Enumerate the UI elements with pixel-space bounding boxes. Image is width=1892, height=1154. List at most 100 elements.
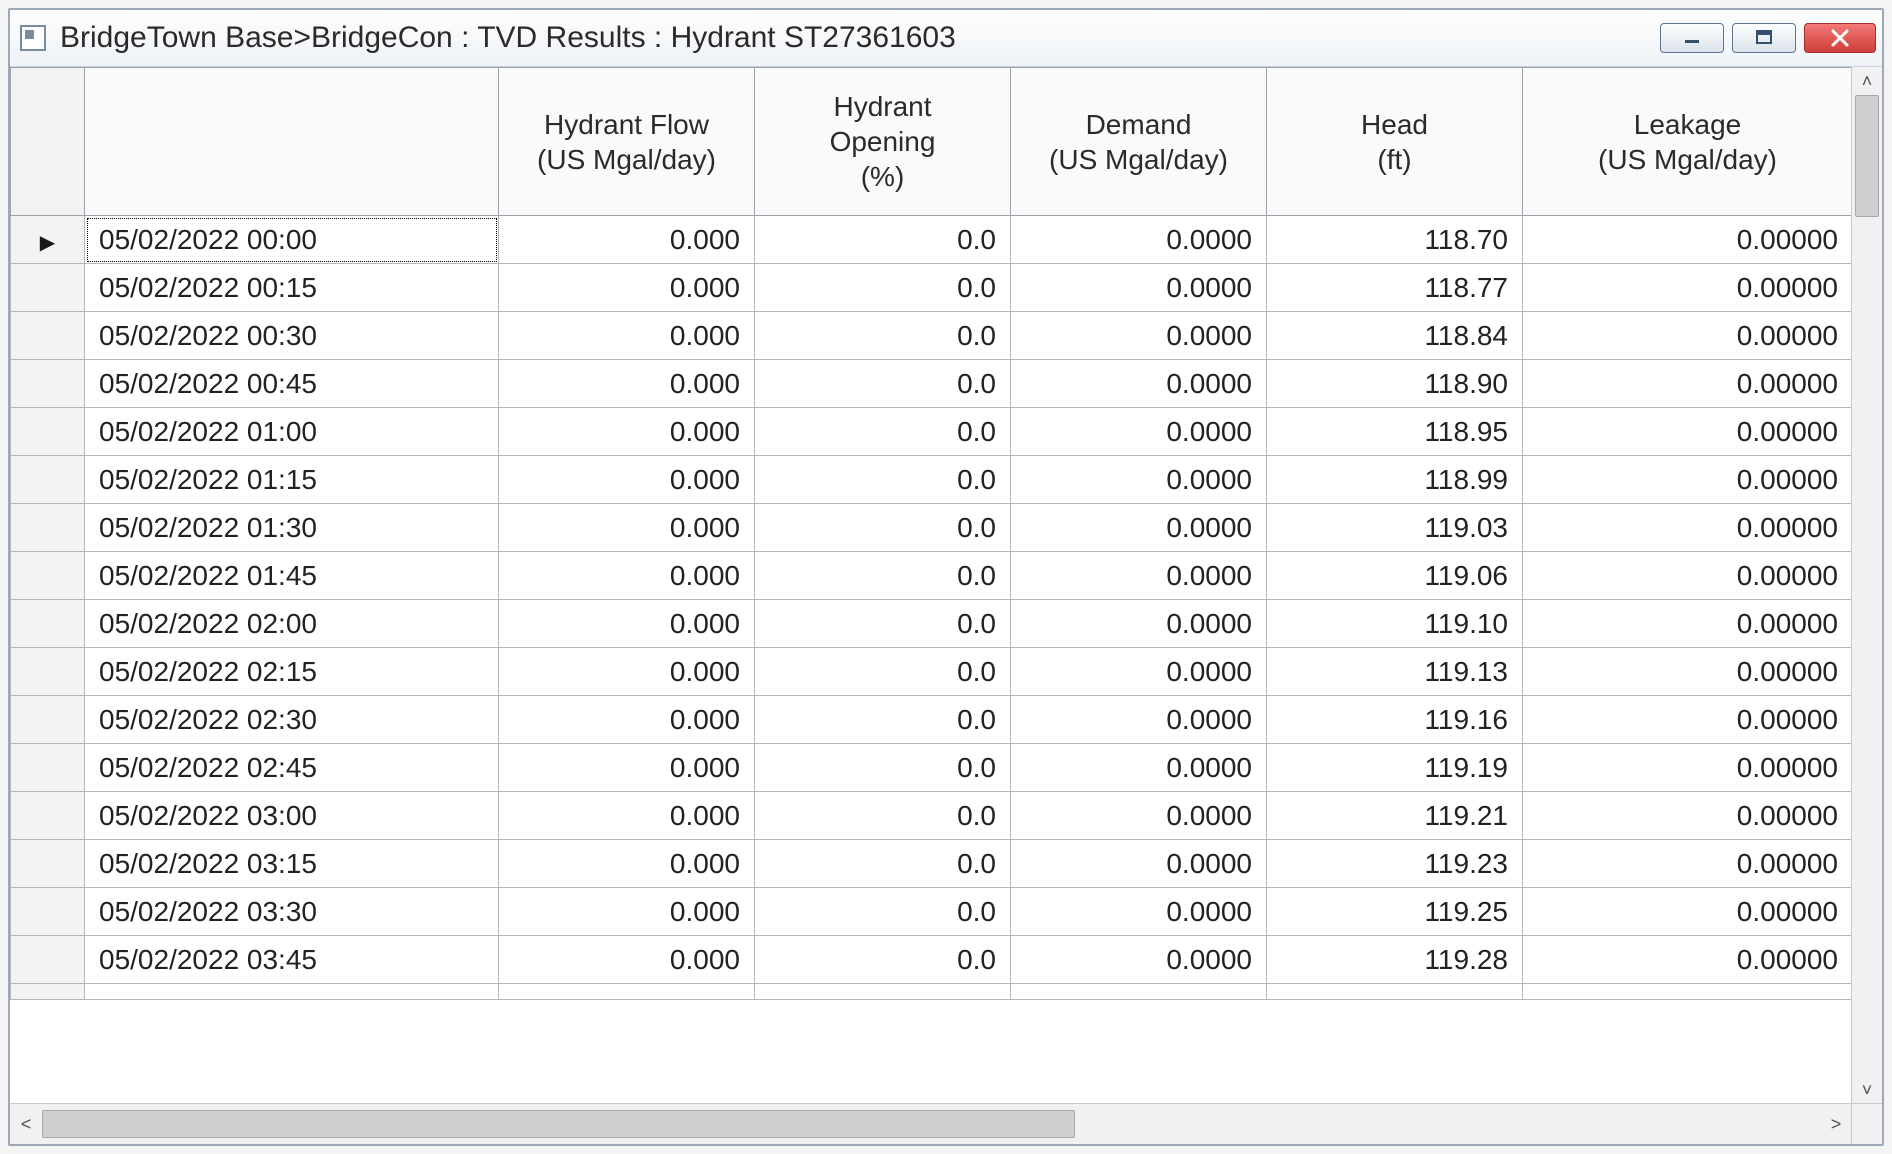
cell-leakage[interactable]: 0.00000 — [1523, 312, 1853, 360]
cell-flow[interactable]: 0.000 — [499, 888, 755, 936]
scroll-down-arrow-icon[interactable]: ˅ — [1852, 1076, 1882, 1104]
cell-leakage[interactable]: 0.00000 — [1523, 264, 1853, 312]
cell-flow[interactable]: 0.000 — [499, 936, 755, 984]
row-selector[interactable] — [11, 216, 85, 264]
cell-leakage[interactable]: 0.00000 — [1523, 360, 1853, 408]
cell-leakage[interactable]: 0.00000 — [1523, 744, 1853, 792]
row-selector[interactable] — [11, 936, 85, 984]
cell-head[interactable]: 119.03 — [1267, 504, 1523, 552]
cell-head[interactable]: 119.10 — [1267, 600, 1523, 648]
cell-opening[interactable]: 0.0 — [755, 600, 1011, 648]
cell-opening[interactable]: 0.0 — [755, 408, 1011, 456]
cell-time[interactable]: 05/02/2022 02:30 — [85, 696, 499, 744]
cell-flow[interactable]: 0.000 — [499, 312, 755, 360]
cell-demand[interactable]: 0.0000 — [1011, 600, 1267, 648]
vertical-scrollbar[interactable]: ˄ ˅ — [1851, 67, 1882, 1104]
cell-demand[interactable]: 0.0000 — [1011, 216, 1267, 264]
table-row[interactable]: 05/02/2022 03:150.0000.00.0000119.230.00… — [11, 840, 1853, 888]
cell-demand[interactable]: 0.0000 — [1011, 504, 1267, 552]
cell-head[interactable]: 119.19 — [1267, 744, 1523, 792]
table-row[interactable]: 05/02/2022 00:150.0000.00.0000118.770.00… — [11, 264, 1853, 312]
cell-empty[interactable] — [1523, 984, 1853, 1000]
cell-opening[interactable]: 0.0 — [755, 264, 1011, 312]
results-table[interactable]: Hydrant Flow (US Mgal/day) Hydrant Openi… — [10, 67, 1853, 1000]
row-selector[interactable] — [11, 264, 85, 312]
cell-head[interactable]: 118.90 — [1267, 360, 1523, 408]
cell-flow[interactable]: 0.000 — [499, 264, 755, 312]
cell-opening[interactable]: 0.0 — [755, 840, 1011, 888]
cell-demand[interactable]: 0.0000 — [1011, 264, 1267, 312]
row-selector[interactable] — [11, 744, 85, 792]
table-row[interactable]: 05/02/2022 01:300.0000.00.0000119.030.00… — [11, 504, 1853, 552]
cell-opening[interactable]: 0.0 — [755, 504, 1011, 552]
titlebar[interactable]: BridgeTown Base>BridgeCon : TVD Results … — [10, 10, 1882, 67]
cell-flow[interactable]: 0.000 — [499, 408, 755, 456]
cell-demand[interactable]: 0.0000 — [1011, 312, 1267, 360]
cell-head[interactable]: 119.25 — [1267, 888, 1523, 936]
row-selector[interactable] — [11, 456, 85, 504]
row-selector[interactable] — [11, 840, 85, 888]
table-row[interactable]: 05/02/2022 01:000.0000.00.0000118.950.00… — [11, 408, 1853, 456]
row-selector[interactable] — [11, 888, 85, 936]
cell-flow[interactable]: 0.000 — [499, 792, 755, 840]
cell-leakage[interactable]: 0.00000 — [1523, 408, 1853, 456]
cell-empty[interactable] — [1267, 984, 1523, 1000]
cell-leakage[interactable]: 0.00000 — [1523, 888, 1853, 936]
cell-opening[interactable]: 0.0 — [755, 696, 1011, 744]
cell-flow[interactable]: 0.000 — [499, 648, 755, 696]
cell-leakage[interactable]: 0.00000 — [1523, 600, 1853, 648]
cell-time[interactable]: 05/02/2022 00:15 — [85, 264, 499, 312]
cell-flow[interactable]: 0.000 — [499, 696, 755, 744]
header-rowselector[interactable] — [11, 68, 85, 216]
cell-leakage[interactable]: 0.00000 — [1523, 504, 1853, 552]
cell-head[interactable]: 118.84 — [1267, 312, 1523, 360]
scroll-up-arrow-icon[interactable]: ˄ — [1852, 67, 1882, 95]
scroll-right-arrow-icon[interactable]: > — [1820, 1104, 1852, 1144]
row-selector[interactable] — [11, 408, 85, 456]
cell-opening[interactable]: 0.0 — [755, 888, 1011, 936]
cell-time[interactable]: 05/02/2022 03:45 — [85, 936, 499, 984]
cell-time[interactable]: 05/02/2022 03:00 — [85, 792, 499, 840]
table-row[interactable]: 05/02/2022 01:150.0000.00.0000118.990.00… — [11, 456, 1853, 504]
cell-leakage[interactable]: 0.00000 — [1523, 648, 1853, 696]
cell-time[interactable]: 05/02/2022 01:00 — [85, 408, 499, 456]
table-row[interactable]: 05/02/2022 02:000.0000.00.0000119.100.00… — [11, 600, 1853, 648]
cell-opening[interactable]: 0.0 — [755, 456, 1011, 504]
cell-head[interactable]: 119.23 — [1267, 840, 1523, 888]
row-selector[interactable] — [11, 600, 85, 648]
cell-opening[interactable]: 0.0 — [755, 792, 1011, 840]
cell-time[interactable]: 05/02/2022 00:30 — [85, 312, 499, 360]
cell-leakage[interactable]: 0.00000 — [1523, 936, 1853, 984]
table-row[interactable]: 05/02/2022 00:300.0000.00.0000118.840.00… — [11, 312, 1853, 360]
cell-opening[interactable]: 0.0 — [755, 744, 1011, 792]
header-row[interactable]: Hydrant Flow (US Mgal/day) Hydrant Openi… — [11, 68, 1853, 216]
cell-time[interactable]: 05/02/2022 01:45 — [85, 552, 499, 600]
header-head[interactable]: Head (ft) — [1267, 68, 1523, 216]
cell-leakage[interactable]: 0.00000 — [1523, 840, 1853, 888]
cell-empty[interactable] — [85, 984, 499, 1000]
hscroll-track[interactable] — [42, 1104, 1820, 1144]
cell-time[interactable]: 05/02/2022 03:15 — [85, 840, 499, 888]
cell-opening[interactable]: 0.0 — [755, 216, 1011, 264]
cell-flow[interactable]: 0.000 — [499, 360, 755, 408]
cell-head[interactable]: 119.16 — [1267, 696, 1523, 744]
table-row[interactable]: 05/02/2022 02:450.0000.00.0000119.190.00… — [11, 744, 1853, 792]
cell-demand[interactable]: 0.0000 — [1011, 888, 1267, 936]
cell-head[interactable]: 118.95 — [1267, 408, 1523, 456]
cell-demand[interactable]: 0.0000 — [1011, 552, 1267, 600]
cell-empty[interactable] — [499, 984, 755, 1000]
cell-opening[interactable]: 0.0 — [755, 360, 1011, 408]
cell-flow[interactable]: 0.000 — [499, 504, 755, 552]
cell-demand[interactable]: 0.0000 — [1011, 648, 1267, 696]
table-row[interactable]: 05/02/2022 00:000.0000.00.0000118.700.00… — [11, 216, 1853, 264]
cell-leakage[interactable]: 0.00000 — [1523, 696, 1853, 744]
horizontal-scrollbar[interactable]: < > — [10, 1103, 1852, 1144]
cell-head[interactable]: 119.21 — [1267, 792, 1523, 840]
cell-flow[interactable]: 0.000 — [499, 840, 755, 888]
cell-head[interactable]: 118.99 — [1267, 456, 1523, 504]
cell-flow[interactable]: 0.000 — [499, 456, 755, 504]
cell-opening[interactable]: 0.0 — [755, 312, 1011, 360]
cell-time[interactable]: 05/02/2022 00:00 — [85, 216, 499, 264]
row-selector[interactable] — [11, 504, 85, 552]
table-row[interactable]: 05/02/2022 01:450.0000.00.0000119.060.00… — [11, 552, 1853, 600]
